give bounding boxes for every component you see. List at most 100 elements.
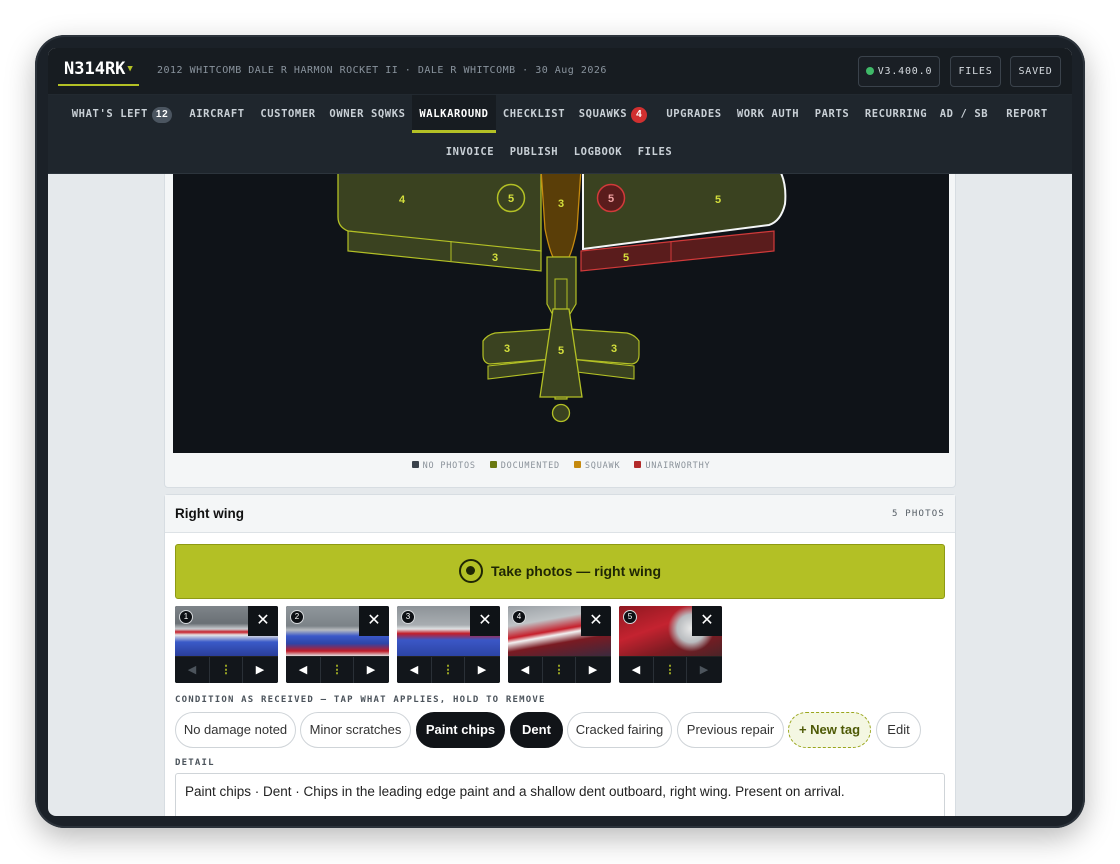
tab-whats-left[interactable]: WHAT'S LEFT 12 — [66, 95, 178, 133]
next-arrow-icon[interactable]: ▶ — [243, 657, 277, 683]
aircraft-diagram-svg: 4 5 5 5 3 3 5 3 3 5 — [337, 174, 787, 423]
photo-controls: ◀ ⋮ ▶ — [175, 656, 278, 683]
photo-number: 5 — [623, 610, 637, 624]
tab-owner-sqwks[interactable]: OWNER SQWKS — [326, 95, 409, 133]
next-arrow-icon[interactable]: ▶ — [576, 657, 610, 683]
legend-swatch — [411, 461, 419, 468]
tab-ad-sb[interactable]: AD / SB — [938, 95, 990, 133]
photo-number: 3 — [401, 610, 415, 624]
take-photos-label: Take photos — right wing — [490, 563, 662, 579]
close-icon[interactable]: ✕ — [248, 606, 278, 636]
close-icon[interactable]: ✕ — [359, 606, 389, 636]
close-icon[interactable]: ✕ — [692, 606, 722, 636]
photo-thumbnail[interactable]: 1 ✕ ◀ ⋮ ▶ — [175, 606, 278, 683]
tab-report[interactable]: REPORT — [1000, 95, 1054, 133]
tail-number-selector[interactable]: N314RK ▼ — [58, 56, 139, 86]
photo-controls: ◀ ⋮ ▶ — [397, 656, 500, 683]
prev-arrow-icon[interactable]: ◀ — [619, 657, 653, 683]
files-button[interactable]: FILES — [950, 56, 1001, 87]
photo-thumbnail[interactable]: 3 ✕ ◀ ⋮ ▶ — [397, 606, 500, 683]
photo-number: 1 — [179, 610, 193, 624]
prev-arrow-icon[interactable]: ◀ — [286, 657, 320, 683]
aircraft-summary: 2012 WHITCOMB DALE R HARMON ROCKET II · … — [157, 65, 607, 76]
tab-recurring[interactable]: RECURRING — [860, 95, 932, 133]
prev-arrow-icon[interactable]: ◀ — [175, 657, 209, 683]
tab-aircraft[interactable]: AIRCRAFT — [184, 95, 250, 133]
tab-parts[interactable]: PARTS — [810, 95, 854, 133]
saved-button[interactable]: SAVED — [1010, 56, 1061, 87]
legend-label: NO PHOTOS — [422, 461, 476, 471]
zone-fuselage-front[interactable] — [540, 174, 582, 258]
status-dot-icon — [865, 67, 874, 75]
close-icon[interactable]: ✕ — [581, 606, 611, 636]
close-icon[interactable]: ✕ — [470, 606, 500, 636]
tag-cracked-fairing[interactable]: Cracked fairing — [567, 712, 672, 748]
legend-swatch — [489, 461, 497, 468]
main-nav: WHAT'S LEFT 12 AIRCRAFT CUSTOMER OWNER SQ… — [48, 95, 1072, 174]
more-menu-icon[interactable]: ⋮ — [209, 657, 243, 683]
more-menu-icon[interactable]: ⋮ — [653, 657, 687, 683]
condition-label: CONDITION AS RECEIVED — TAP WHAT APPLIES… — [175, 695, 546, 705]
tab-upgrades[interactable]: UPGRADES — [660, 95, 728, 133]
app-screen: N314RK ▼ 2012 WHITCOMB DALE R HARMON ROCK… — [48, 48, 1072, 816]
main-content: 4 5 5 5 3 3 5 3 3 5 NO PHOTOS DOCUMENTED… — [48, 174, 1072, 816]
new-tag-button[interactable]: + New tag — [788, 712, 871, 748]
photo-thumbnail[interactable]: 5 ✕ ◀ ⋮ ▶ — [619, 606, 722, 683]
tab-label: WHAT'S LEFT — [71, 108, 148, 120]
tab-work-auth[interactable]: WORK AUTH — [734, 95, 802, 133]
prev-arrow-icon[interactable]: ◀ — [397, 657, 431, 683]
tab-logbook[interactable]: LOGBOOK — [570, 133, 626, 171]
zone-label: 5 — [558, 345, 564, 357]
tab-squawks[interactable]: SQUAWKS 4 — [574, 95, 652, 133]
tag-minor-scratches[interactable]: Minor scratches — [300, 712, 411, 748]
zone-marker-label: 5 — [508, 193, 514, 205]
tab-customer[interactable]: CUSTOMER — [256, 95, 320, 133]
legend-swatch — [634, 461, 642, 468]
zone-marker-label: 5 — [608, 193, 614, 205]
zone-right-stab[interactable] — [568, 328, 640, 365]
photo-count: 5 PHOTOS — [892, 509, 945, 519]
more-menu-icon[interactable]: ⋮ — [542, 657, 576, 683]
prev-arrow-icon[interactable]: ◀ — [508, 657, 542, 683]
take-photos-button[interactable]: Take photos — right wing — [175, 544, 945, 599]
count-badge: 4 — [631, 107, 648, 123]
legend-label: DOCUMENTED — [500, 461, 560, 471]
next-arrow-icon[interactable]: ▶ — [687, 657, 721, 683]
more-menu-icon[interactable]: ⋮ — [320, 657, 354, 683]
next-arrow-icon[interactable]: ▶ — [354, 657, 388, 683]
count-badge: 12 — [151, 107, 173, 123]
aircraft-diagram: 4 5 5 5 3 3 5 3 3 5 — [173, 174, 949, 453]
zone-left-stab[interactable] — [482, 328, 554, 365]
zone-label: 3 — [611, 343, 617, 355]
photo-thumbnail[interactable]: 4 ✕ ◀ ⋮ ▶ — [508, 606, 611, 683]
more-menu-icon[interactable]: ⋮ — [431, 657, 465, 683]
version-button[interactable]: V3.400.0 — [858, 56, 940, 87]
next-arrow-icon[interactable]: ▶ — [465, 657, 499, 683]
legend-item: NO PHOTOS — [411, 461, 476, 471]
tab-files[interactable]: FILES — [634, 133, 676, 171]
photo-thumbnail[interactable]: 2 ✕ ◀ ⋮ ▶ — [286, 606, 389, 683]
photo-controls: ◀ ⋮ ▶ — [286, 656, 389, 683]
tab-walkaround[interactable]: WALKAROUND — [412, 95, 496, 133]
edit-tags-button[interactable]: Edit — [876, 712, 921, 748]
tab-invoice[interactable]: INVOICE — [442, 133, 498, 171]
top-bar: N314RK ▼ 2012 WHITCOMB DALE R HARMON ROCK… — [48, 48, 1072, 95]
tag-dent[interactable]: Dent — [510, 712, 563, 748]
detail-textarea[interactable]: Paint chips · Dent · Chips in the leadin… — [175, 773, 945, 816]
chevron-down-icon: ▼ — [127, 64, 133, 74]
photo-controls: ◀ ⋮ ▶ — [508, 656, 611, 683]
legend-swatch — [573, 461, 581, 468]
zone-fin[interactable] — [554, 278, 568, 310]
tag-no-damage[interactable]: No damage noted — [175, 712, 296, 748]
tail-number: N314RK — [64, 59, 126, 79]
zone-tailwheel[interactable] — [551, 403, 571, 423]
zone-label: 5 — [623, 252, 629, 264]
tab-checklist[interactable]: CHECKLIST — [500, 95, 568, 133]
zone-label: 5 — [715, 194, 721, 206]
zone-label: 3 — [558, 198, 564, 210]
tag-previous-repair[interactable]: Previous repair — [677, 712, 784, 748]
zone-label: 4 — [399, 194, 406, 206]
legend-item: SQUAWK — [573, 461, 621, 471]
tag-paint-chips[interactable]: Paint chips — [416, 712, 505, 748]
tab-publish[interactable]: PUBLISH — [506, 133, 562, 171]
